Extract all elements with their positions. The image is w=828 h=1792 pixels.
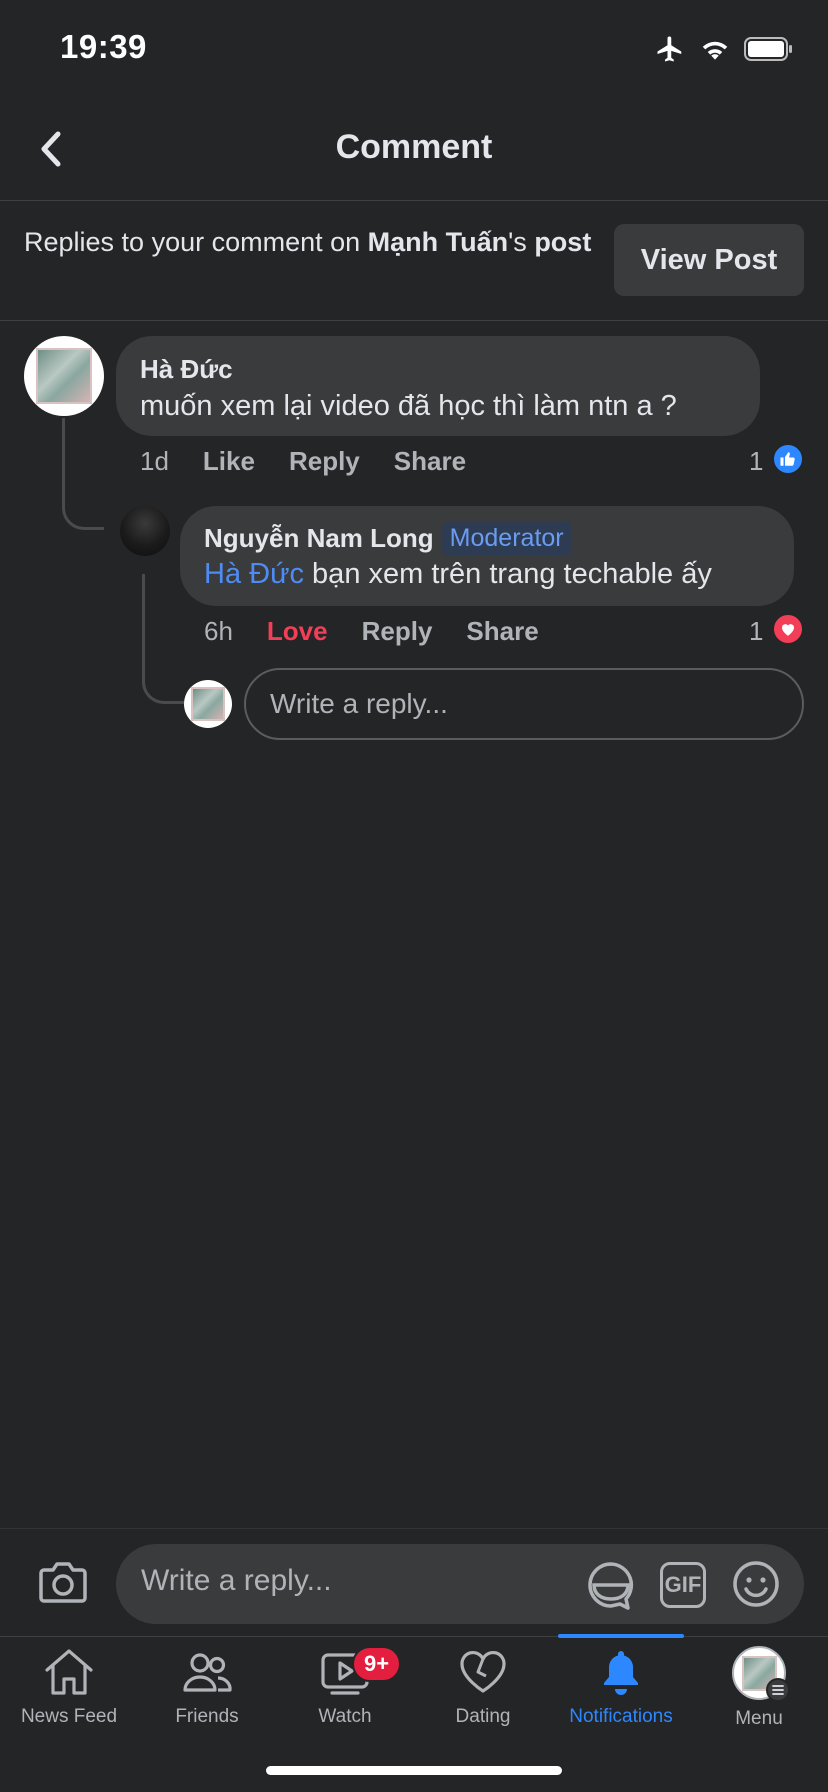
reply-time: 6h bbox=[204, 616, 233, 646]
menu-icon bbox=[766, 1678, 790, 1702]
tab-friends[interactable]: Friends bbox=[138, 1646, 276, 1746]
reply-text: bạn xem trên trang techable ấy bbox=[304, 558, 712, 590]
reply-actions: 6h Love Reply Share bbox=[204, 616, 539, 647]
tab-label: Watch bbox=[318, 1706, 372, 1727]
share-button[interactable]: Share bbox=[466, 616, 538, 647]
tab-dating[interactable]: Dating bbox=[414, 1646, 552, 1746]
tab-notifications[interactable]: Notifications bbox=[552, 1646, 690, 1746]
profile-avatar bbox=[732, 1646, 790, 1702]
header-divider bbox=[0, 200, 828, 201]
heart-icon bbox=[460, 1651, 506, 1693]
composer-placeholder: Write a reply... bbox=[141, 1564, 332, 1597]
like-icon[interactable] bbox=[772, 443, 804, 475]
sticker-icon[interactable] bbox=[586, 1560, 636, 1615]
camera-icon[interactable] bbox=[38, 1560, 88, 1609]
battery-icon bbox=[744, 37, 792, 61]
tab-news-feed[interactable]: News Feed bbox=[0, 1646, 138, 1746]
mention-link[interactable]: Hà Đức bbox=[204, 558, 304, 590]
reply-author[interactable]: Nguyễn Nam Long bbox=[204, 523, 434, 554]
tab-label: Friends bbox=[175, 1706, 239, 1727]
tab-label: News Feed bbox=[20, 1706, 118, 1727]
reply-author-row: Nguyễn Nam Long Moderator bbox=[204, 522, 572, 555]
friends-icon bbox=[183, 1653, 232, 1692]
comment-actions: 1d Like Reply Share bbox=[140, 446, 466, 477]
context-divider bbox=[0, 320, 828, 321]
airplane-icon bbox=[657, 36, 682, 62]
status-time: 19:39 bbox=[60, 28, 147, 65]
love-icon[interactable] bbox=[772, 613, 804, 645]
status-icons bbox=[654, 34, 794, 64]
reaction-count[interactable]: 1 bbox=[749, 446, 763, 477]
context-suffix: 's bbox=[508, 227, 535, 257]
reply-text-row: Hà Đức bạn xem trên trang techable ấy bbox=[204, 558, 712, 591]
thread-connector bbox=[62, 418, 104, 530]
home-icon bbox=[45, 1649, 93, 1695]
context-post-word: post bbox=[534, 227, 592, 257]
comment-author[interactable]: Hà Đức bbox=[140, 354, 233, 385]
moderator-badge: Moderator bbox=[441, 522, 572, 555]
home-indicator bbox=[266, 1766, 562, 1775]
comment-time: 1d bbox=[140, 446, 169, 476]
reply-button[interactable]: Reply bbox=[289, 446, 360, 477]
reaction-count[interactable]: 1 bbox=[749, 616, 763, 647]
context-prefix: Replies to your comment on bbox=[24, 227, 368, 257]
current-user-avatar bbox=[184, 680, 232, 728]
tab-label: Menu bbox=[735, 1708, 783, 1729]
love-button[interactable]: Love bbox=[267, 616, 328, 647]
active-tab-indicator bbox=[558, 1634, 684, 1638]
emoji-icon[interactable] bbox=[732, 1560, 780, 1613]
tab-menu[interactable]: Menu bbox=[690, 1646, 828, 1746]
tab-label: Dating bbox=[455, 1706, 511, 1727]
comment-text: muốn xem lại video đã học thì làm ntn a … bbox=[140, 390, 677, 422]
reply-button[interactable]: Reply bbox=[362, 616, 433, 647]
inline-reply-input[interactable]: Write a reply... bbox=[244, 668, 804, 740]
bell-icon bbox=[604, 1651, 638, 1695]
gif-icon[interactable]: GIF bbox=[660, 1562, 706, 1608]
avatar-ha-duc[interactable] bbox=[24, 336, 104, 416]
avatar-nguyen-nam-long[interactable] bbox=[120, 506, 170, 556]
share-button[interactable]: Share bbox=[394, 446, 466, 477]
view-post-button[interactable]: View Post bbox=[614, 224, 804, 296]
page-title: Comment bbox=[335, 128, 493, 166]
context-text: Replies to your comment on Mạnh Tuấn's p… bbox=[24, 224, 594, 260]
wifi-icon bbox=[702, 41, 728, 60]
tab-label: Notifications bbox=[569, 1706, 673, 1727]
watch-badge: 9+ bbox=[352, 1646, 402, 1682]
post-owner-name[interactable]: Mạnh Tuấn bbox=[368, 227, 508, 257]
reply-bubble[interactable] bbox=[180, 506, 794, 606]
like-button[interactable]: Like bbox=[203, 446, 255, 477]
thread-connector-reply bbox=[142, 574, 184, 704]
